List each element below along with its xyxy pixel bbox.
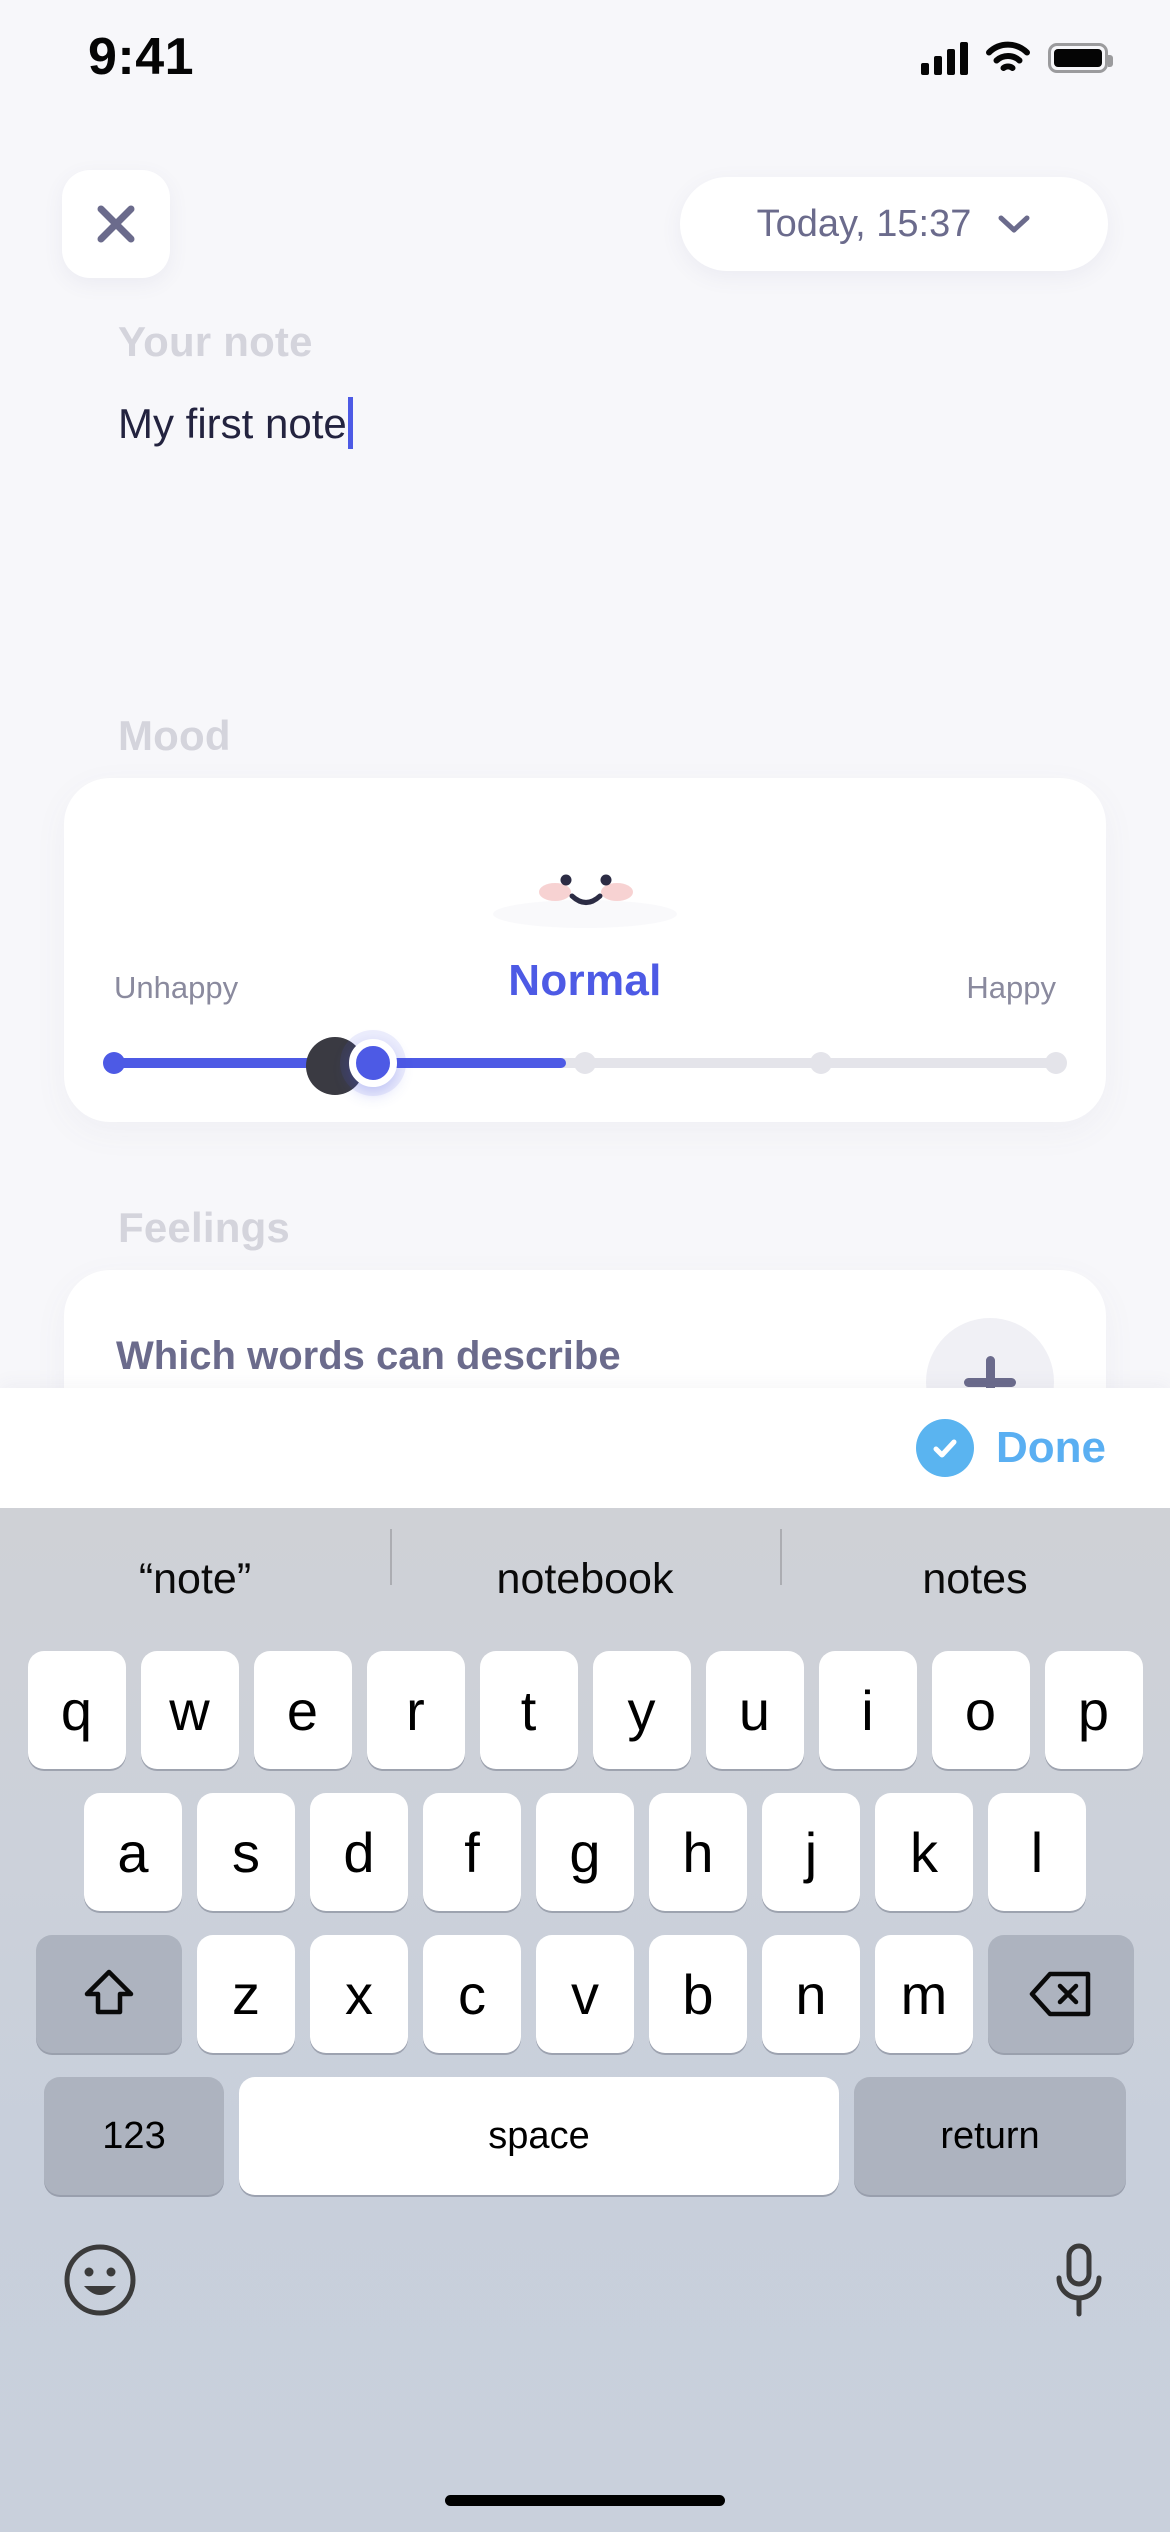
- suggestion-bar: “note” notebook notes: [0, 1508, 1170, 1650]
- close-button[interactable]: [62, 170, 170, 278]
- mood-section-label: Mood: [118, 712, 231, 759]
- return-key[interactable]: return: [854, 2077, 1126, 2195]
- numbers-key[interactable]: 123: [44, 2077, 224, 2195]
- shift-arrow-icon: [84, 1969, 134, 2015]
- suggestion-item[interactable]: notebook: [390, 1528, 780, 1604]
- key-x[interactable]: x: [310, 1935, 408, 2053]
- cloud-smile-icon: [479, 804, 691, 928]
- slider-tick[interactable]: [809, 1052, 832, 1074]
- note-section: Your note My first note: [118, 318, 1078, 449]
- suggestion-item[interactable]: notes: [780, 1528, 1170, 1604]
- keyboard-row-4: 123 space return: [0, 2076, 1170, 2196]
- keyboard-accessory-toolbar: Done: [0, 1388, 1170, 1508]
- key-t[interactable]: t: [479, 1651, 578, 1769]
- backspace-key[interactable]: [988, 1935, 1134, 2053]
- signal-bars-icon: [921, 41, 968, 75]
- key-g[interactable]: g: [536, 1793, 634, 1911]
- feelings-section-label: Feelings: [118, 1204, 290, 1251]
- done-label: Done: [996, 1423, 1106, 1472]
- key-z[interactable]: z: [197, 1935, 295, 2053]
- key-f[interactable]: f: [423, 1793, 521, 1911]
- key-e[interactable]: e: [253, 1651, 352, 1769]
- key-w[interactable]: w: [140, 1651, 239, 1769]
- home-indicator: [445, 2495, 725, 2506]
- suggestion-item[interactable]: “note”: [0, 1555, 390, 1604]
- date-pill-label: Today, 15:37: [756, 202, 972, 245]
- wifi-icon: [986, 41, 1030, 71]
- close-icon: [97, 205, 135, 243]
- emoji-smile-icon[interactable]: [62, 2242, 138, 2318]
- app-screen: 9:41 Today, 15:37 Your note My first not…: [0, 0, 1170, 2532]
- text-caret: [347, 397, 353, 449]
- key-k[interactable]: k: [875, 1793, 973, 1911]
- keyboard-row-3: z x c v b n m: [0, 1934, 1170, 2054]
- mood-card: Normal Unhappy Happy: [64, 778, 1106, 1122]
- key-b[interactable]: b: [649, 1935, 747, 2053]
- key-a[interactable]: a: [84, 1793, 182, 1911]
- status-time: 9:41: [88, 28, 195, 86]
- done-button[interactable]: Done: [916, 1419, 1106, 1477]
- slider-thumb[interactable]: [349, 1039, 398, 1087]
- note-input-value: My first note: [118, 400, 347, 447]
- status-bar: 9:41: [0, 0, 1170, 100]
- microphone-icon[interactable]: [1050, 2240, 1108, 2320]
- backspace-icon: [1029, 1971, 1091, 2017]
- key-u[interactable]: u: [705, 1651, 804, 1769]
- key-v[interactable]: v: [536, 1935, 634, 2053]
- header-bar: Today, 15:37: [0, 168, 1170, 280]
- key-j[interactable]: j: [762, 1793, 860, 1911]
- key-m[interactable]: m: [875, 1935, 973, 2053]
- key-y[interactable]: y: [592, 1651, 691, 1769]
- keyboard-bottom-bar: [0, 2196, 1170, 2320]
- key-d[interactable]: d: [310, 1793, 408, 1911]
- check-circle-icon: [916, 1419, 974, 1477]
- key-s[interactable]: s: [197, 1793, 295, 1911]
- key-q[interactable]: q: [27, 1651, 126, 1769]
- key-o[interactable]: o: [931, 1651, 1030, 1769]
- key-r[interactable]: r: [366, 1651, 465, 1769]
- mood-value-label: Normal: [508, 956, 662, 1005]
- key-l[interactable]: l: [988, 1793, 1086, 1911]
- space-key[interactable]: space: [239, 2077, 839, 2195]
- slider-tick[interactable]: [574, 1052, 596, 1074]
- mood-slider[interactable]: [103, 1037, 1067, 1095]
- date-picker-button[interactable]: Today, 15:37: [680, 177, 1108, 271]
- key-h[interactable]: h: [649, 1793, 747, 1911]
- virtual-keyboard: “note” notebook notes q w e r t y u i o …: [0, 1508, 1170, 2532]
- key-i[interactable]: i: [818, 1651, 917, 1769]
- battery-icon: [1048, 43, 1113, 73]
- mood-min-label: Unhappy: [114, 970, 239, 1005]
- key-c[interactable]: c: [423, 1935, 521, 2053]
- mood-max-label: Happy: [966, 970, 1056, 1005]
- slider-tick[interactable]: [1045, 1052, 1067, 1074]
- status-icons: [921, 41, 1113, 75]
- feelings-question: Which words can describe: [116, 1334, 621, 1378]
- shift-key[interactable]: [36, 1935, 182, 2053]
- slider-tick[interactable]: [103, 1052, 125, 1074]
- key-n[interactable]: n: [762, 1935, 860, 2053]
- note-input[interactable]: My first note: [118, 366, 1078, 449]
- keyboard-row-1: q w e r t y u i o p: [0, 1650, 1170, 1770]
- keyboard-row-2: a s d f g h j k l: [0, 1792, 1170, 1912]
- note-section-label: Your note: [118, 318, 313, 365]
- key-p[interactable]: p: [1044, 1651, 1143, 1769]
- chevron-down-icon: [998, 215, 1030, 233]
